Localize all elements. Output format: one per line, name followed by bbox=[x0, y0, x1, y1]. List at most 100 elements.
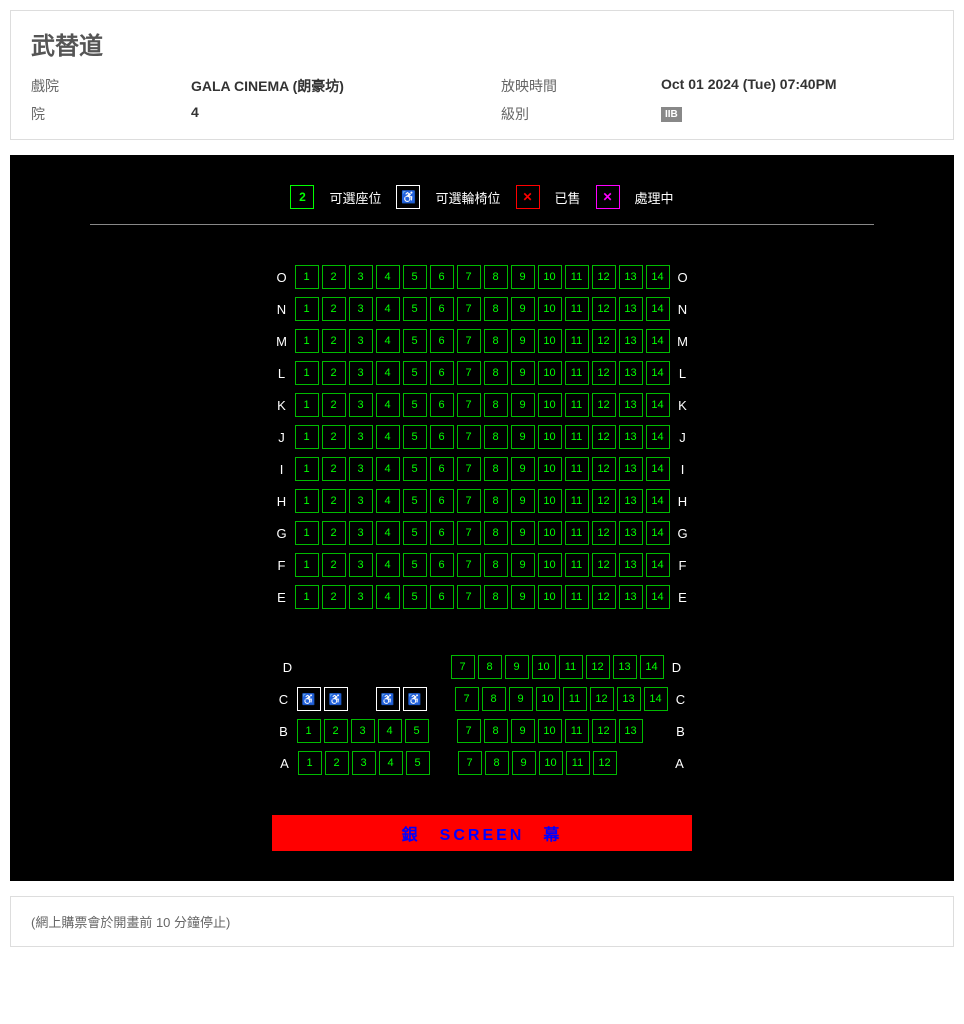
seat[interactable]: 5 bbox=[403, 297, 427, 321]
seat[interactable]: 1 bbox=[295, 457, 319, 481]
seat[interactable]: 9 bbox=[512, 751, 536, 775]
seat[interactable]: 2 bbox=[322, 457, 346, 481]
seat[interactable]: 4 bbox=[376, 553, 400, 577]
seat[interactable]: 12 bbox=[592, 329, 616, 353]
seat[interactable]: 8 bbox=[484, 329, 508, 353]
seat[interactable]: 8 bbox=[484, 489, 508, 513]
seat[interactable]: 1 bbox=[295, 393, 319, 417]
seat[interactable]: 14 bbox=[646, 521, 670, 545]
seat[interactable]: 8 bbox=[484, 553, 508, 577]
seat[interactable]: 2 bbox=[322, 521, 346, 545]
seat[interactable]: 7 bbox=[457, 719, 481, 743]
seat[interactable]: 1 bbox=[295, 553, 319, 577]
seat[interactable]: 7 bbox=[451, 655, 475, 679]
seat[interactable]: 11 bbox=[565, 361, 589, 385]
seat[interactable]: 10 bbox=[538, 393, 562, 417]
seat[interactable]: 12 bbox=[590, 687, 614, 711]
seat[interactable]: 6 bbox=[430, 265, 454, 289]
seat[interactable]: 2 bbox=[322, 393, 346, 417]
seat[interactable]: 3 bbox=[349, 265, 373, 289]
seat[interactable]: 10 bbox=[538, 521, 562, 545]
seat[interactable]: 2 bbox=[322, 553, 346, 577]
seat[interactable]: 12 bbox=[592, 393, 616, 417]
seat[interactable]: 4 bbox=[376, 457, 400, 481]
seat[interactable]: 14 bbox=[644, 687, 668, 711]
seat[interactable]: 1 bbox=[295, 297, 319, 321]
seat[interactable]: 6 bbox=[430, 489, 454, 513]
seat[interactable]: 13 bbox=[619, 393, 643, 417]
seat[interactable]: 9 bbox=[511, 585, 535, 609]
seat[interactable]: 11 bbox=[565, 521, 589, 545]
seat[interactable]: 5 bbox=[403, 489, 427, 513]
seat[interactable]: 10 bbox=[538, 297, 562, 321]
seat[interactable]: 3 bbox=[352, 751, 376, 775]
seat[interactable]: 3 bbox=[349, 521, 373, 545]
seat[interactable]: 10 bbox=[532, 655, 556, 679]
seat[interactable]: 11 bbox=[565, 553, 589, 577]
seat[interactable]: 5 bbox=[405, 719, 429, 743]
seat[interactable]: 11 bbox=[565, 329, 589, 353]
seat[interactable]: 13 bbox=[619, 489, 643, 513]
seat[interactable]: 13 bbox=[619, 425, 643, 449]
seat[interactable]: 11 bbox=[565, 393, 589, 417]
seat[interactable]: 14 bbox=[640, 655, 664, 679]
wheelchair-seat[interactable]: ♿ bbox=[297, 687, 321, 711]
seat[interactable]: 4 bbox=[378, 719, 402, 743]
wheelchair-seat[interactable]: ♿ bbox=[324, 687, 348, 711]
seat[interactable]: 10 bbox=[538, 361, 562, 385]
seat[interactable]: 2 bbox=[324, 719, 348, 743]
seat[interactable]: 9 bbox=[511, 719, 535, 743]
seat[interactable]: 9 bbox=[511, 521, 535, 545]
seat[interactable]: 1 bbox=[298, 751, 322, 775]
seat[interactable]: 12 bbox=[586, 655, 610, 679]
seat[interactable]: 7 bbox=[457, 585, 481, 609]
seat[interactable]: 6 bbox=[430, 425, 454, 449]
seat[interactable]: 9 bbox=[511, 297, 535, 321]
seat[interactable]: 14 bbox=[646, 361, 670, 385]
seat[interactable]: 5 bbox=[403, 393, 427, 417]
seat[interactable]: 4 bbox=[376, 425, 400, 449]
seat[interactable]: 8 bbox=[484, 457, 508, 481]
seat[interactable]: 1 bbox=[295, 489, 319, 513]
seat[interactable]: 3 bbox=[349, 489, 373, 513]
seat[interactable]: 11 bbox=[565, 297, 589, 321]
seat[interactable]: 5 bbox=[403, 585, 427, 609]
seat[interactable]: 5 bbox=[403, 521, 427, 545]
seat[interactable]: 11 bbox=[565, 489, 589, 513]
seat[interactable]: 9 bbox=[511, 393, 535, 417]
seat[interactable]: 6 bbox=[430, 393, 454, 417]
seat[interactable]: 10 bbox=[539, 751, 563, 775]
seat[interactable]: 13 bbox=[619, 361, 643, 385]
seat[interactable]: 3 bbox=[349, 425, 373, 449]
seat[interactable]: 1 bbox=[297, 719, 321, 743]
seat[interactable]: 5 bbox=[406, 751, 430, 775]
seat[interactable]: 6 bbox=[430, 457, 454, 481]
seat[interactable]: 14 bbox=[646, 297, 670, 321]
seat[interactable]: 6 bbox=[430, 521, 454, 545]
seat[interactable]: 7 bbox=[457, 265, 481, 289]
seat[interactable]: 2 bbox=[325, 751, 349, 775]
seat[interactable]: 5 bbox=[403, 265, 427, 289]
seat[interactable]: 10 bbox=[538, 719, 562, 743]
seat[interactable]: 13 bbox=[619, 553, 643, 577]
seat[interactable]: 4 bbox=[376, 521, 400, 545]
seat[interactable]: 13 bbox=[619, 521, 643, 545]
seat[interactable]: 2 bbox=[322, 425, 346, 449]
seat[interactable]: 8 bbox=[484, 361, 508, 385]
seat[interactable]: 10 bbox=[536, 687, 560, 711]
seat[interactable]: 14 bbox=[646, 489, 670, 513]
seat[interactable]: 3 bbox=[349, 585, 373, 609]
seat[interactable]: 13 bbox=[619, 457, 643, 481]
seat[interactable]: 13 bbox=[613, 655, 637, 679]
seat[interactable]: 7 bbox=[455, 687, 479, 711]
seat[interactable]: 3 bbox=[349, 297, 373, 321]
seat[interactable]: 6 bbox=[430, 553, 454, 577]
seat[interactable]: 4 bbox=[376, 329, 400, 353]
seat[interactable]: 5 bbox=[403, 425, 427, 449]
seat[interactable]: 7 bbox=[457, 329, 481, 353]
seat[interactable]: 8 bbox=[484, 719, 508, 743]
seat[interactable]: 9 bbox=[509, 687, 533, 711]
seat[interactable]: 7 bbox=[458, 751, 482, 775]
seat[interactable]: 12 bbox=[592, 489, 616, 513]
seat[interactable]: 14 bbox=[646, 393, 670, 417]
